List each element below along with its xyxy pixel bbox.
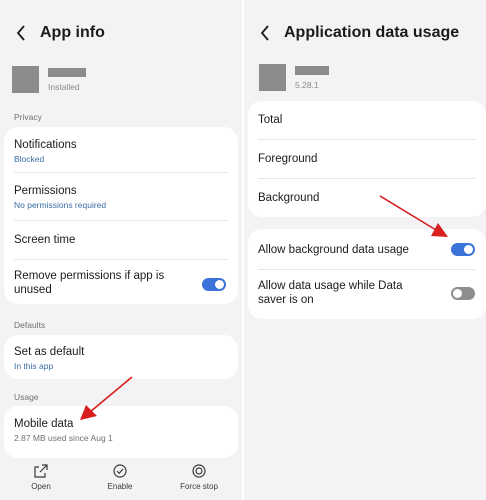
section-label-usage: Usage [14, 392, 39, 402]
section-label-defaults: Defaults [14, 320, 46, 330]
usage-card: Mobile data 2.87 MB used since Aug 1 [4, 406, 238, 458]
set-as-default-status: In this app [14, 361, 54, 371]
divider [258, 139, 476, 140]
application-data-usage-screen: Application data usage 5.28.1 Total Fore… [244, 0, 486, 500]
enable-label: Enable [107, 482, 133, 491]
remove-permissions-toggle[interactable] [202, 278, 226, 291]
app-version: 5.28.1 [295, 80, 319, 90]
divider [14, 172, 228, 173]
divider [14, 220, 228, 221]
force-stop-icon [164, 464, 234, 478]
screen-time-row[interactable]: Screen time [14, 233, 228, 247]
app-icon [259, 64, 286, 91]
allow-background-row[interactable]: Allow background data usage [258, 243, 442, 257]
set-as-default-row[interactable]: Set as default In this app [14, 345, 228, 371]
foreground-label: Foreground [258, 153, 318, 165]
permissions-status: No permissions required [14, 200, 107, 210]
page-title: App info [40, 24, 105, 41]
toggle-knob [215, 280, 224, 289]
toggle-knob [464, 245, 473, 254]
enable-button[interactable]: Enable [85, 464, 155, 491]
allow-data-saver-row[interactable]: Allow data usage while Data saver is on [258, 279, 442, 307]
set-as-default-title: Set as default [14, 346, 85, 358]
enable-icon [85, 464, 155, 478]
force-stop-label: Force stop [180, 482, 218, 491]
page-title: Application data usage [284, 24, 460, 41]
allow-background-title: Allow background data usage [258, 244, 409, 256]
data-usage-header: Application data usage [256, 20, 480, 46]
app-icon [12, 66, 39, 93]
open-button[interactable]: Open [6, 464, 76, 491]
app-install-status: Installed [48, 82, 80, 92]
defaults-card: Set as default In this app [4, 335, 238, 379]
mobile-data-title: Mobile data [14, 418, 74, 430]
app-info-screen: App info Installed Privacy Notifications… [0, 0, 242, 500]
screen-time-title: Screen time [14, 234, 76, 246]
foreground-row: Foreground [258, 152, 476, 166]
total-label: Total [258, 114, 283, 126]
divider [258, 178, 476, 179]
force-stop-button[interactable]: Force stop [164, 464, 234, 491]
divider [14, 259, 228, 260]
data-usage-card: Total Foreground Background [248, 101, 486, 217]
section-label-privacy: Privacy [14, 112, 42, 122]
remove-permissions-row[interactable]: Remove permissions if app is unused [14, 269, 198, 297]
notifications-row[interactable]: Notifications Blocked [14, 138, 228, 164]
toggle-knob [453, 289, 462, 298]
app-info-header: App info [12, 20, 236, 46]
bottom-action-bar: Open Enable Force stop [0, 460, 242, 500]
mobile-data-row[interactable]: Mobile data 2.87 MB used since Aug 1 [14, 417, 228, 443]
open-label: Open [31, 482, 51, 491]
app-name-redacted [295, 66, 329, 75]
background-label: Background [258, 192, 320, 204]
back-arrow-icon[interactable] [256, 22, 274, 44]
allow-data-saver-title-line2: saver is on [258, 294, 314, 306]
app-name-redacted [48, 68, 86, 77]
back-arrow-icon[interactable] [12, 22, 30, 44]
mobile-data-usage: 2.87 MB used since Aug 1 [14, 433, 113, 443]
allow-data-saver-title-line1: Allow data usage while Data [258, 280, 403, 292]
allow-background-toggle[interactable] [451, 243, 475, 256]
allow-data-saver-toggle[interactable] [451, 287, 475, 300]
remove-permissions-title-line1: Remove permissions if app is [14, 270, 165, 282]
permissions-title: Permissions [14, 185, 77, 197]
notifications-title: Notifications [14, 139, 77, 151]
total-row: Total [258, 113, 476, 127]
notifications-status: Blocked [14, 154, 45, 164]
remove-permissions-title-line2: unused [14, 284, 52, 296]
divider [258, 269, 476, 270]
permissions-row[interactable]: Permissions No permissions required [14, 184, 228, 210]
background-row: Background [258, 191, 476, 205]
background-data-card: Allow background data usage Allow data u… [248, 229, 486, 319]
privacy-card: Notifications Blocked Permissions No per… [4, 127, 238, 304]
open-icon [6, 464, 76, 478]
